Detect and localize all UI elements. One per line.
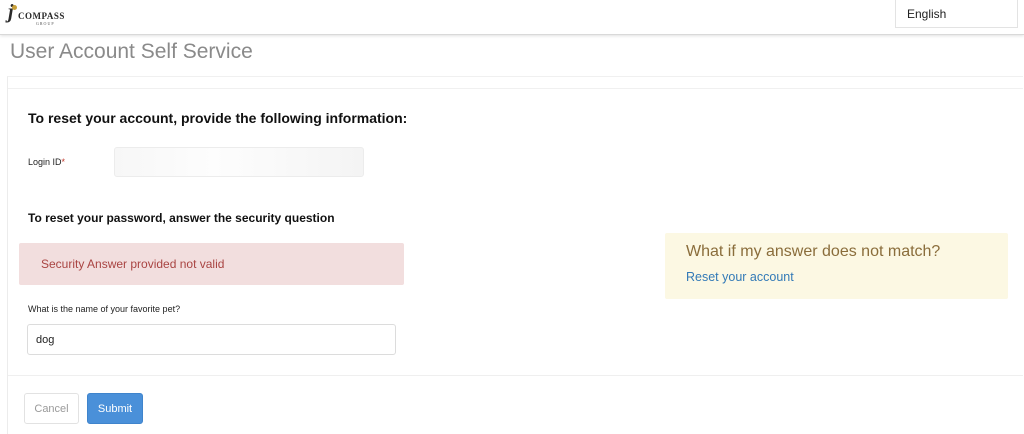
required-mark: * — [61, 157, 66, 167]
login-id-label: Login ID* — [28, 157, 65, 167]
error-alert: Security Answer provided not valid — [19, 243, 404, 285]
reset-heading: To reset your account, provide the follo… — [28, 110, 408, 126]
compass-logo[interactable]: j COMPASS GROUP — [6, 2, 76, 28]
login-id-label-text: Login ID — [28, 157, 62, 167]
language-selector[interactable]: English — [895, 0, 1018, 28]
logo-subtext: GROUP — [36, 21, 55, 26]
security-answer-input[interactable] — [27, 324, 396, 355]
page-title: User Account Self Service — [10, 40, 253, 63]
help-box: What if my answer does not match? Reset … — [665, 233, 1008, 299]
security-question-label: What is the name of your favorite pet? — [28, 304, 181, 314]
logo-wordmark: COMPASS — [18, 11, 65, 21]
cancel-button[interactable]: Cancel — [24, 393, 79, 424]
panel-header — [8, 77, 1023, 89]
top-bar: j COMPASS GROUP English — [0, 0, 1024, 35]
submit-button[interactable]: Submit — [87, 393, 143, 424]
security-question-heading: To reset your password, answer the secur… — [28, 211, 335, 225]
help-title: What if my answer does not match? — [686, 243, 941, 260]
login-id-input[interactable] — [114, 147, 364, 177]
reset-account-link[interactable]: Reset your account — [686, 270, 794, 284]
reset-panel: To reset your account, provide the follo… — [7, 76, 1023, 434]
logo-dot-icon — [12, 5, 17, 10]
footer-divider — [8, 375, 1023, 376]
